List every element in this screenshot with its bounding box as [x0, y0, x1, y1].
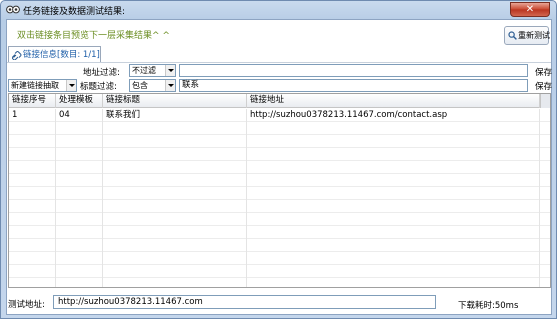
link-table: 链接序号 处理模板 链接标题 链接地址 1 04 联系我们 http://suz…	[8, 93, 551, 288]
extract-rule-value: 新建链接抽取	[11, 81, 59, 90]
column-divider	[55, 109, 56, 287]
retest-button[interactable]: 重新测试	[504, 26, 550, 45]
table-body	[9, 109, 550, 287]
tab-label: 链接信息[数目: 1/1]	[23, 50, 100, 60]
column-divider	[246, 109, 247, 287]
cell-index: 1	[12, 110, 18, 120]
address-filter-label: 地址过滤:	[83, 68, 120, 78]
cell-url: http://suzhou0378213.11467.com/contact.a…	[250, 110, 448, 120]
scrollbar-corner	[540, 94, 550, 108]
tab-link-info[interactable]: 链接信息[数目: 1/1]	[8, 46, 101, 63]
column-header[interactable]: 处理模板	[56, 94, 103, 108]
column-divider	[539, 109, 540, 287]
app-icon	[6, 4, 20, 15]
magnifier-icon	[508, 31, 517, 40]
close-icon: ✕	[525, 4, 535, 15]
cell-title: 联系我们	[106, 110, 141, 120]
chevron-down-icon	[165, 80, 175, 91]
cell-template: 04	[59, 110, 70, 120]
address-filter-mode-select[interactable]: 不过滤	[129, 64, 176, 77]
address-filter-input[interactable]	[179, 64, 528, 77]
chevron-down-icon	[66, 80, 76, 91]
title-filter-label: 标题过滤:	[80, 82, 117, 92]
column-divider	[102, 109, 103, 287]
tab-divider	[7, 62, 551, 63]
retest-button-label: 重新测试	[518, 31, 550, 40]
table-header: 链接序号 处理模板 链接标题 链接地址	[9, 94, 550, 108]
title-filter-mode-value: 包含	[132, 81, 148, 90]
close-button[interactable]: ✕	[510, 2, 550, 17]
save-address-filter-button[interactable]: 保存	[535, 66, 552, 78]
save-title-filter-button[interactable]: 保存	[535, 80, 552, 92]
test-url-input[interactable]: http://suzhou0378213.11467.com	[53, 295, 436, 309]
title-bar: 任务链接及数据测试结果: ✕	[1, 1, 556, 19]
elapsed-time: 下载耗时:50ms	[458, 301, 519, 311]
address-filter-mode-value: 不过滤	[132, 66, 156, 75]
app-window: 任务链接及数据测试结果: ✕ 双击链接条目预览下一层采集结果^ ^ 重新测试 链…	[0, 0, 557, 319]
client-area: 双击链接条目预览下一层采集结果^ ^ 重新测试 链接信息[数目: 1/1] 地址…	[6, 19, 552, 315]
test-url-label: 测试地址:	[8, 300, 45, 310]
title-filter-mode-select[interactable]: 包含	[129, 79, 176, 92]
link-icon	[12, 51, 22, 60]
hint-text: 双击链接条目预览下一层采集结果^ ^	[17, 31, 170, 41]
column-header[interactable]: 链接标题	[103, 94, 247, 108]
window-title: 任务链接及数据测试结果:	[23, 7, 126, 17]
column-header[interactable]: 链接地址	[247, 94, 540, 108]
column-header[interactable]: 链接序号	[9, 94, 56, 108]
chevron-down-icon	[165, 65, 175, 76]
title-filter-input[interactable]: 联系	[179, 79, 528, 92]
extract-rule-select[interactable]: 新建链接抽取	[8, 79, 77, 92]
